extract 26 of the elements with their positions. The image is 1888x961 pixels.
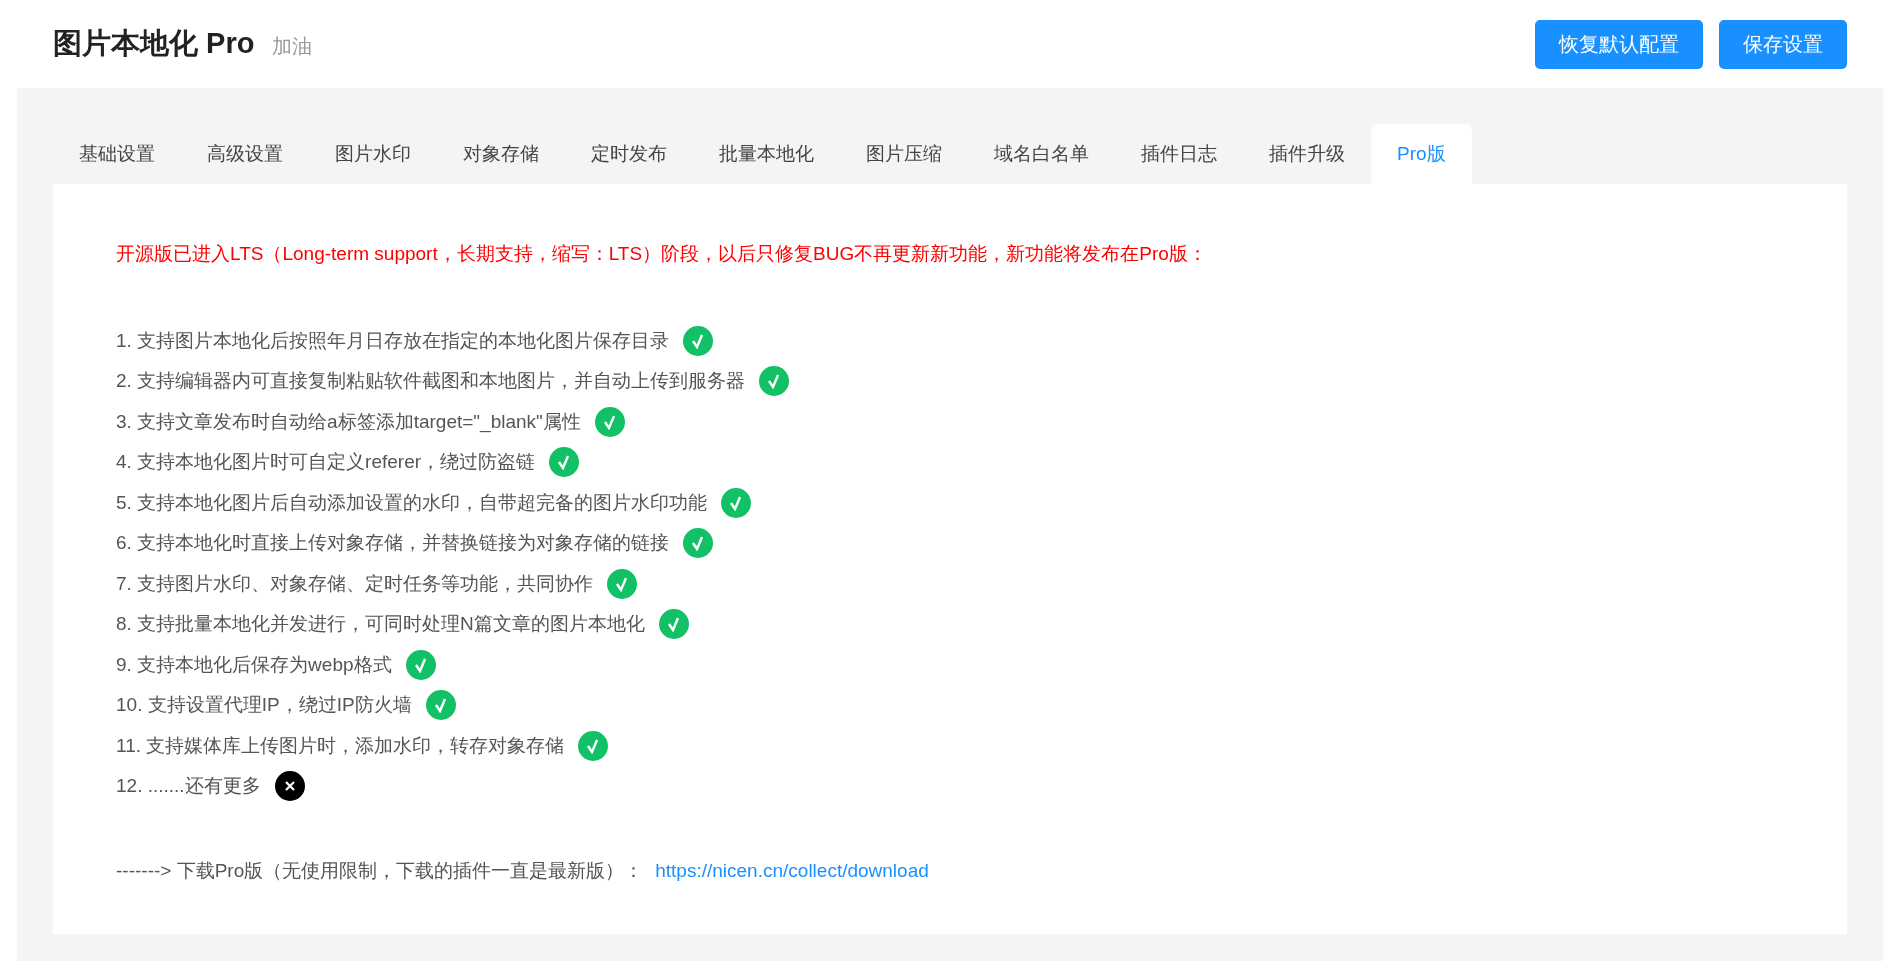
feature-text: 10. 支持设置代理IP，绕过IP防火墙 — [116, 693, 412, 717]
tab[interactable]: 插件日志 — [1115, 124, 1243, 184]
feature-text: 4. 支持本地化图片时可自定义referer，绕过防盗链 — [116, 450, 536, 474]
feature-text: 8. 支持批量本地化并发进行，可同时处理N篇文章的图片本地化 — [116, 612, 645, 636]
tab[interactable]: 图片压缩 — [840, 124, 968, 184]
feature-text: 5. 支持本地化图片后自动添加设置的水印，自带超完备的图片水印功能 — [116, 490, 708, 515]
subtitle: 加油 — [272, 34, 313, 60]
tab[interactable]: 高级设置 — [181, 124, 309, 184]
tab[interactable]: 插件升级 — [1243, 124, 1371, 184]
lts-notice: 开源版已进入LTS（Long-term support，长期支持，缩写：LTS）阶段，以后只修复BUG不再更新新功能，新功能将发布在Pro版： — [116, 242, 1208, 266]
feature-text: 2. 支持编辑器内可直接复制粘贴软件截图和本地图片，并自动上传到服务器 — [116, 369, 746, 393]
download-text: -------> 下载Pro版（无使用限制，下载的插件一直是最新版）： — [116, 858, 644, 883]
app-title: 图片本地化 Pro — [53, 26, 255, 62]
tab[interactable]: 定时发布 — [565, 124, 693, 184]
tab[interactable]: 域名白名单 — [968, 124, 1115, 184]
feature-text: 11. 支持媒体库上传图片时，添加水印，转存对象存储 — [116, 733, 565, 758]
feature-text: 9. 支持本地化后保存为webp格式 — [116, 652, 392, 677]
feature-text: 3. 支持文章发布时自动给a标签添加target="_blank"属性 — [116, 409, 581, 435]
tab[interactable]: 基础设置 — [53, 124, 181, 184]
tab[interactable]: 对象存储 — [437, 124, 565, 184]
tab[interactable]: 图片水印 — [309, 124, 437, 184]
feature-text: 12. .......还有更多 — [116, 774, 261, 798]
tab[interactable]: 批量本地化 — [693, 124, 840, 184]
feature-text: 7. 支持图片水印、对象存储、定时任务等功能，共同协作 — [116, 571, 594, 596]
feature-text: 6. 支持本地化时直接上传对象存储，并替换链接为对象存储的链接 — [116, 531, 670, 555]
feature-text: 1. 支持图片本地化后按照年月日存放在指定的本地化图片保存目录 — [116, 328, 670, 353]
